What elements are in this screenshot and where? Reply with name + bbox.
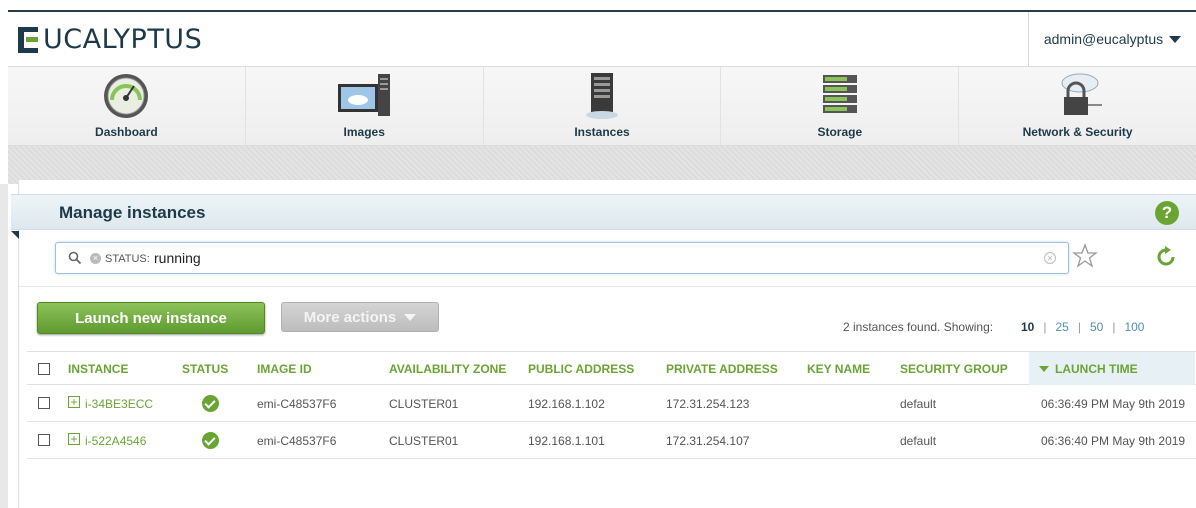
status-running-icon	[202, 432, 219, 449]
nav-label: Network & Security	[1022, 125, 1133, 139]
eucalyptus-logo[interactable]: UCALYPTUS	[18, 24, 202, 55]
user-menu[interactable]: admin@eucalyptus	[1028, 12, 1196, 66]
instance-id-link[interactable]: i-34BE3ECC	[85, 397, 153, 411]
cell-zone: CLUSTER01	[389, 397, 459, 411]
nav-item-images[interactable]: Images	[246, 67, 484, 145]
col-availability-zone[interactable]: AVAILABILITY ZONE	[389, 362, 506, 376]
textured-band	[8, 146, 1196, 184]
status-running-icon	[202, 395, 219, 412]
cell-public-address: 192.168.1.102	[528, 397, 605, 411]
images-monitor-icon	[333, 69, 395, 123]
col-private-address[interactable]: PRIVATE ADDRESS	[666, 362, 778, 376]
page-size-10[interactable]: 10	[1021, 320, 1034, 334]
page-size-50[interactable]: 50	[1090, 320, 1103, 334]
content-panel: Manage instances ? × STATUS: running × L…	[11, 180, 1196, 508]
pager-separator: |	[1112, 320, 1116, 334]
nav-label: Instances	[574, 125, 630, 139]
facet-key: STATUS:	[105, 253, 150, 265]
main-nav: Dashboard Images Instances Storage Netwo…	[8, 66, 1196, 146]
top-spacer	[0, 0, 1196, 10]
table-header: INSTANCE STATUS IMAGE ID AVAILABILITY ZO…	[27, 351, 1196, 385]
network-lock-icon	[1047, 69, 1109, 123]
cell-image-id: emi-C48537F6	[257, 434, 337, 448]
help-icon[interactable]: ?	[1155, 201, 1179, 225]
nav-label: Storage	[817, 125, 863, 139]
cell-launch-time: 06:36:40 PM May 9th 2019	[1041, 434, 1186, 448]
col-launch-time[interactable]: LAUNCH TIME	[1029, 352, 1195, 385]
col-image-id[interactable]: IMAGE ID	[257, 362, 312, 376]
ribbon-fold	[11, 231, 19, 239]
results-count: 2 instances found. Showing:	[843, 320, 994, 334]
logo-mark-icon	[18, 26, 42, 53]
page-size-25[interactable]: 25	[1055, 320, 1068, 334]
storage-disk-icon	[809, 69, 871, 123]
expand-icon[interactable]: +	[68, 433, 80, 445]
launch-instance-button[interactable]: Launch new instance	[37, 302, 265, 334]
refresh-icon[interactable]	[1155, 246, 1177, 268]
cell-zone: CLUSTER01	[389, 434, 459, 448]
cell-security-group: default	[900, 397, 937, 411]
left-rail	[0, 184, 8, 508]
pager-separator: |	[1043, 320, 1047, 334]
nav-label: Dashboard	[95, 125, 158, 139]
app-header: UCALYPTUS admin@eucalyptus	[8, 10, 1196, 66]
nav-item-dashboard[interactable]: Dashboard	[8, 67, 246, 145]
more-actions-button[interactable]: More actions	[281, 302, 439, 332]
star-icon[interactable]	[1071, 242, 1099, 270]
col-public-address[interactable]: PUBLIC ADDRESS	[528, 362, 634, 376]
facet-value[interactable]: running	[154, 250, 201, 266]
row-checkbox[interactable]	[38, 397, 50, 409]
row-checkbox[interactable]	[38, 434, 50, 446]
col-key-name[interactable]: KEY NAME	[807, 362, 870, 376]
select-all-checkbox[interactable]	[38, 363, 50, 375]
cell-launch-time: 06:36:49 PM May 9th 2019	[1041, 397, 1186, 411]
nav-item-instances[interactable]: Instances	[484, 67, 722, 145]
cell-private-address: 172.31.254.123	[666, 397, 750, 411]
col-security-group[interactable]: SECURITY GROUP	[900, 362, 1008, 376]
table-row[interactable]: + i-34BE3ECC emi-C48537F6 CLUSTER01 192.…	[27, 385, 1196, 422]
chevron-down-icon	[404, 313, 417, 321]
more-actions-label: More actions	[303, 308, 397, 326]
page-title: Manage instances	[59, 203, 206, 222]
chevron-down-icon	[1169, 35, 1182, 43]
logo-text: UCALYPTUS	[43, 24, 203, 55]
instances-server-icon	[571, 69, 633, 123]
user-name: admin@eucalyptus	[1043, 31, 1164, 47]
col-instance[interactable]: INSTANCE	[68, 362, 128, 376]
table-row[interactable]: + i-522A4546 emi-C48537F6 CLUSTER01 192.…	[27, 422, 1196, 459]
pager-separator: |	[1077, 320, 1081, 334]
page-size-selector: 10 | 25 | 50 | 100	[1021, 320, 1144, 334]
facet-remove-icon[interactable]: ×	[90, 253, 101, 264]
col-status[interactable]: STATUS	[182, 362, 228, 376]
instance-id-link[interactable]: i-522A4546	[85, 434, 146, 448]
search-icon	[68, 251, 82, 265]
nav-item-network-security[interactable]: Network & Security	[959, 67, 1196, 145]
clear-search-icon[interactable]: ×	[1044, 252, 1056, 264]
page-title-bar: Manage instances ?	[11, 194, 1196, 239]
cell-private-address: 172.31.254.107	[666, 434, 750, 448]
divider	[19, 286, 1196, 287]
cell-image-id: emi-C48537F6	[257, 397, 337, 411]
nav-item-storage[interactable]: Storage	[721, 67, 960, 145]
expand-icon[interactable]: +	[68, 396, 80, 408]
page-size-100[interactable]: 100	[1124, 320, 1144, 334]
cell-public-address: 192.168.1.101	[528, 434, 605, 448]
cell-security-group: default	[900, 434, 937, 448]
sort-desc-icon	[1039, 366, 1049, 372]
search-bar[interactable]: × STATUS: running ×	[55, 242, 1069, 274]
instances-table: INSTANCE STATUS IMAGE ID AVAILABILITY ZO…	[27, 351, 1196, 459]
nav-label: Images	[343, 125, 385, 139]
col-launch-time-label: LAUNCH TIME	[1055, 362, 1138, 376]
dashboard-gauge-icon	[95, 69, 157, 123]
